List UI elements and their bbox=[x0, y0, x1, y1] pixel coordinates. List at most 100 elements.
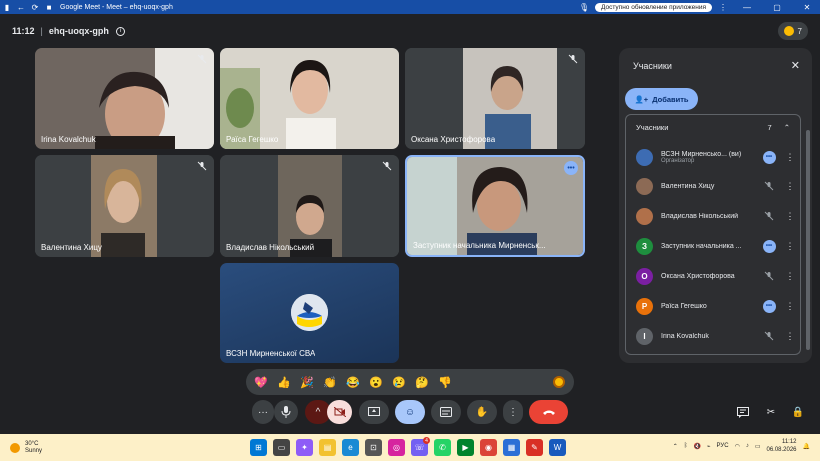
participant-count-button[interactable]: 7 bbox=[777, 22, 808, 40]
notifications-icon[interactable]: 🔔 bbox=[803, 443, 810, 450]
taskbar-time: 11:12 bbox=[781, 439, 797, 445]
participant-row[interactable]: З Заступник начальника ... ••• ⋮ bbox=[636, 235, 796, 257]
leave-call-button[interactable] bbox=[529, 400, 568, 424]
close-panel-icon[interactable]: ✕ bbox=[791, 59, 800, 72]
speaker-muted-icon[interactable]: 🔇 bbox=[693, 443, 700, 450]
maximize-button[interactable]: ▢ bbox=[764, 3, 790, 12]
reaction-surprised[interactable]: 😮 bbox=[369, 376, 383, 389]
info-icon[interactable]: i bbox=[115, 26, 125, 36]
participant-video bbox=[35, 155, 214, 257]
network-icon[interactable]: ⌁ bbox=[707, 443, 711, 450]
file-explorer-icon[interactable]: ▤ bbox=[319, 439, 336, 456]
avatar bbox=[636, 207, 653, 225]
participant-menu-icon[interactable]: ⋮ bbox=[784, 331, 796, 342]
language-indicator[interactable]: РУС bbox=[717, 443, 729, 449]
add-people-button[interactable]: 👤+ Добавить bbox=[625, 88, 698, 110]
copilot-icon[interactable]: ✦ bbox=[296, 439, 313, 456]
reaction-thinking[interactable]: 🤔 bbox=[415, 376, 429, 389]
camera-off-button[interactable] bbox=[327, 400, 352, 424]
camera-off-icon bbox=[333, 407, 346, 417]
start-button[interactable]: ⊞ bbox=[250, 439, 267, 456]
image-viewer-icon[interactable]: ▦ bbox=[503, 439, 520, 456]
present-screen-icon bbox=[368, 407, 380, 416]
volume-icon[interactable]: ♪ bbox=[746, 443, 749, 449]
reaction-laugh[interactable]: 😂 bbox=[346, 376, 360, 389]
reaction-party[interactable]: 🎉 bbox=[300, 376, 314, 389]
captions-button[interactable] bbox=[431, 400, 461, 424]
clock[interactable]: 11:12 06.08.2026 bbox=[766, 438, 796, 454]
microphone-button[interactable] bbox=[274, 400, 298, 424]
present-screen-button[interactable] bbox=[359, 400, 389, 424]
participant-menu-icon[interactable]: ⋮ bbox=[784, 241, 796, 252]
task-view-icon[interactable]: ▭ bbox=[273, 439, 290, 456]
host-controls-button[interactable]: 🔒 bbox=[786, 400, 810, 424]
participant-menu-icon[interactable]: ⋮ bbox=[784, 152, 796, 163]
speaking-indicator-icon: ••• bbox=[762, 150, 776, 164]
battery-icon[interactable]: ▭ bbox=[755, 443, 761, 450]
video-tile[interactable]: Оксана Христофорова bbox=[405, 48, 585, 149]
reaction-clap[interactable]: 👏 bbox=[323, 376, 337, 389]
whatsapp-icon[interactable]: ✆ bbox=[434, 439, 451, 456]
participant-menu-icon[interactable]: ⋮ bbox=[784, 181, 796, 192]
video-tile[interactable]: Владислав Нікольський bbox=[220, 155, 399, 257]
mic-off-icon[interactable] bbox=[762, 269, 776, 283]
participants-section-header[interactable]: Учасники 7 ⌃ bbox=[625, 114, 801, 140]
video-tile[interactable]: Раїса Гегешко bbox=[220, 48, 399, 149]
participant-menu-icon[interactable]: ⋮ bbox=[784, 211, 796, 222]
edge-icon[interactable]: e bbox=[342, 439, 359, 456]
weather-widget[interactable]: 30°C Sunny bbox=[10, 441, 42, 455]
panel-title: Учасники bbox=[633, 61, 672, 71]
minimize-button[interactable]: — bbox=[734, 3, 760, 12]
microphone-indicator-icon[interactable]: 🎙 bbox=[579, 2, 589, 12]
store-icon[interactable]: ⊡ bbox=[365, 439, 382, 456]
more-options-icon[interactable]: ••• bbox=[564, 161, 578, 175]
reaction-sad[interactable]: 😢 bbox=[392, 376, 406, 389]
participant-row[interactable]: О Оксана Христофорова ⋮ bbox=[636, 265, 796, 287]
participant-row[interactable]: I Irina Kovalchuk ⋮ bbox=[636, 325, 796, 347]
activities-button[interactable]: ✂ bbox=[759, 400, 783, 424]
mic-off-icon[interactable] bbox=[762, 209, 776, 223]
viber-icon[interactable]: ☏ 4 bbox=[411, 437, 430, 456]
video-tile-active-speaker[interactable]: Заступник начальника Мирненськ... ••• bbox=[405, 155, 585, 257]
participant-row[interactable]: ВСЗН Мирненсько... (ви) Організатор ••• ⋮ bbox=[636, 146, 796, 168]
wifi-icon[interactable]: ◠ bbox=[735, 443, 740, 450]
mic-off-icon[interactable] bbox=[762, 179, 776, 193]
avatar bbox=[636, 148, 653, 166]
participant-info: Заступник начальника ... bbox=[661, 243, 753, 250]
more-actions-button[interactable]: ⋮ bbox=[503, 400, 523, 424]
word-icon[interactable]: W bbox=[549, 439, 566, 456]
emoji-reactions-button[interactable]: ☺ bbox=[395, 400, 425, 424]
participant-count: 7 bbox=[797, 26, 802, 36]
participant-row[interactable]: Р Раїса Гегешко ••• ⋮ bbox=[636, 295, 796, 317]
chat-button[interactable] bbox=[731, 400, 755, 424]
participant-menu-icon[interactable]: ⋮ bbox=[784, 301, 796, 312]
participant-row[interactable]: Валентина Хицу ⋮ bbox=[636, 175, 796, 197]
reload-icon[interactable]: ⟳ bbox=[30, 2, 40, 12]
video-tile[interactable]: Валентина Хицу bbox=[35, 155, 214, 257]
bluetooth-icon[interactable]: ᛒ bbox=[684, 443, 688, 449]
reaction-thumbs-up[interactable]: 👍 bbox=[277, 376, 291, 389]
video-tile[interactable]: ВСЗН Мирненської СВА bbox=[220, 263, 399, 363]
chevron-up-icon[interactable]: ⌃ bbox=[784, 123, 790, 132]
skin-tone-selector[interactable] bbox=[553, 376, 565, 388]
chat-icon bbox=[737, 406, 749, 418]
raise-hand-button[interactable]: ✋ bbox=[467, 400, 497, 424]
more-options-button[interactable]: ··· bbox=[252, 400, 274, 424]
update-available-button[interactable]: Доступно обновление приложения bbox=[595, 2, 712, 12]
reaction-heart[interactable]: 💖 bbox=[254, 376, 268, 389]
participant-row[interactable]: Владислав Нікольський ⋮ bbox=[636, 205, 796, 227]
instagram-icon[interactable]: ◎ bbox=[388, 439, 405, 456]
panel-scrollbar[interactable] bbox=[806, 130, 810, 350]
google-meet-icon[interactable]: ▶ bbox=[457, 439, 474, 456]
reaction-thumbs-down[interactable]: 👎 bbox=[438, 376, 452, 389]
video-tile[interactable]: Irina Kovalchuk bbox=[35, 48, 214, 149]
mic-off-icon[interactable] bbox=[762, 329, 776, 343]
menu-dots-icon[interactable]: ⋮ bbox=[718, 2, 728, 12]
participant-name: Оксана Христофорова bbox=[411, 135, 496, 144]
pdf-reader-icon[interactable]: ✎ bbox=[526, 439, 543, 456]
close-window-button[interactable]: ✕ bbox=[794, 3, 820, 12]
back-arrow-icon[interactable]: ← bbox=[16, 2, 26, 12]
chevron-up-icon[interactable]: ⌃ bbox=[673, 443, 678, 450]
chrome-icon[interactable]: ◉ bbox=[480, 439, 497, 456]
participant-menu-icon[interactable]: ⋮ bbox=[784, 271, 796, 282]
